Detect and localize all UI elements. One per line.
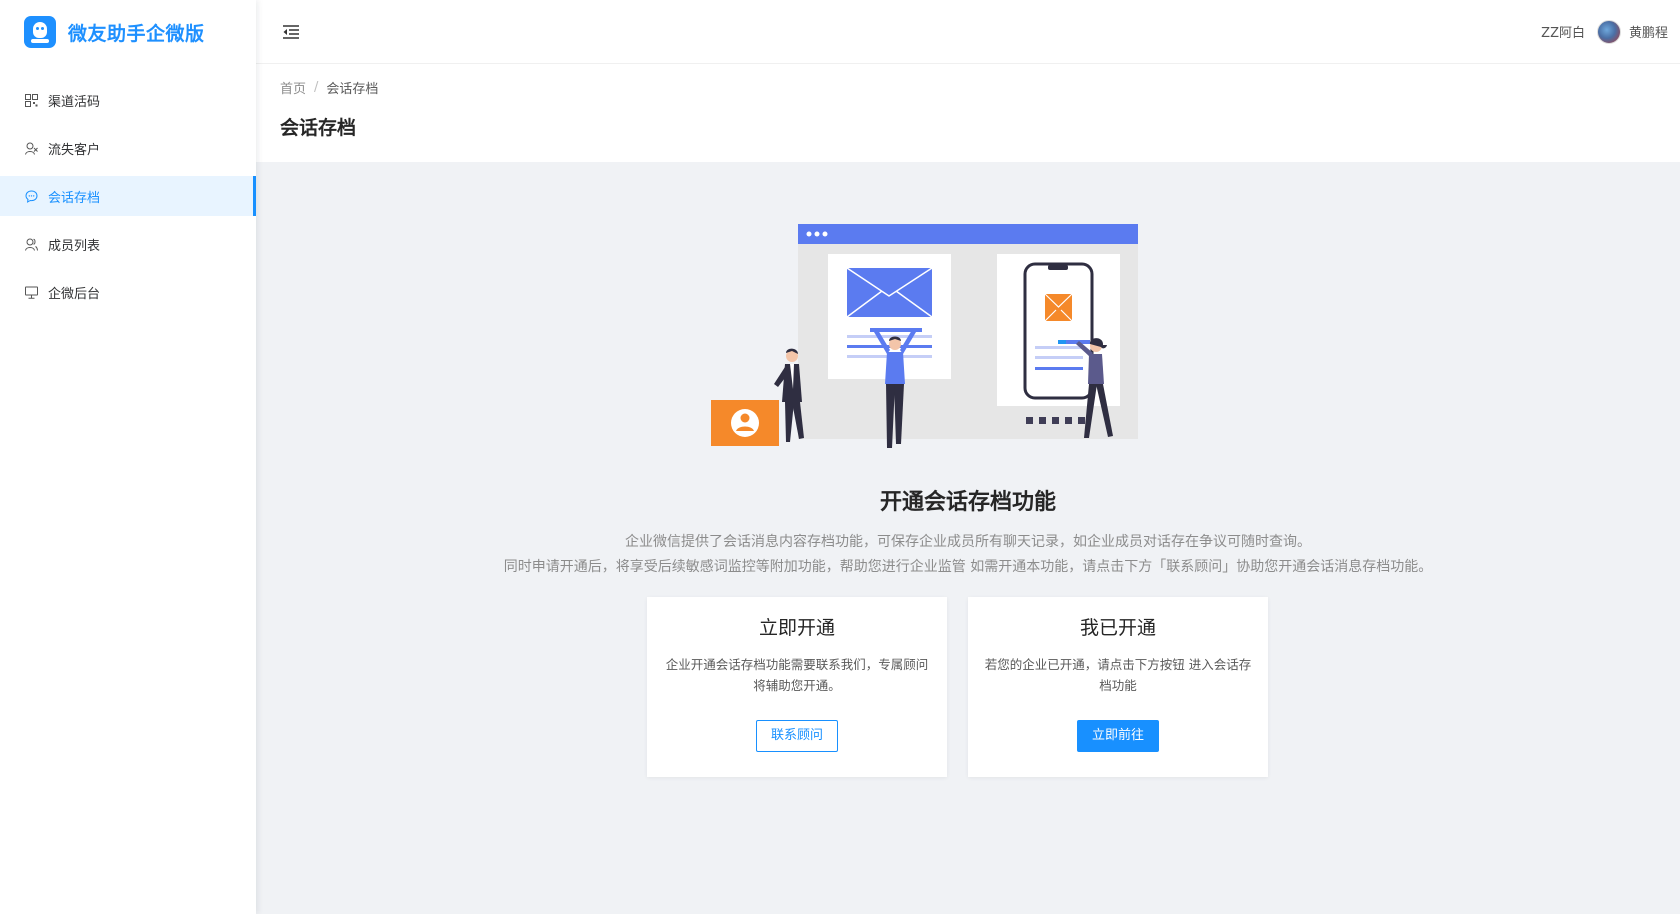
go-now-button[interactable]: 立即前往 <box>1076 720 1159 752</box>
sidebar-item-label: 企微后台 <box>48 286 101 302</box>
already-activated-card: 我已开通 若您的企业已开通，请点击下方按钮 进入会话存档功能 立即前往 <box>968 597 1268 777</box>
activate-now-card: 立即开通 企业开通会话存档功能需要联系我们，专属顾问将辅助您开通。 联系顾问 <box>647 597 947 777</box>
feature-description: 企业微信提供了会话消息内容存档功能，可保存企业成员所有聊天记录，如企业成员对话存… <box>256 530 1680 580</box>
brand-title: 微友助手企微版 <box>68 22 205 45</box>
corp-name[interactable]: ZZ阿白 <box>1541 22 1585 41</box>
breadcrumb-current: 会话存档 <box>326 82 379 97</box>
breadcrumb: 首页 / 会话存档 <box>280 78 1656 97</box>
contact-advisor-button[interactable]: 联系顾问 <box>755 720 838 752</box>
brand[interactable]: 微友助手企微版 <box>0 0 256 64</box>
feature-title: 开通会话存档功能 <box>879 490 1056 515</box>
sidebar-item-lost-customers[interactable]: 流失客户 <box>0 128 256 168</box>
description-line-2: 同时申请开通后，将享受后续敏感词监控等附加功能，帮助您进行企业监管 如需开通本功… <box>503 559 1433 575</box>
chat-archive-illustration <box>711 224 1138 448</box>
breadcrumb-home[interactable]: 首页 <box>280 78 306 97</box>
top-header: ZZ阿白 黄鹏程 <box>256 0 1680 64</box>
sidebar-menu: 渠道活码 流失客户 会话存档 成员列表 企微后台 <box>0 80 256 312</box>
user-lost-icon <box>24 141 38 155</box>
card-text: 若您的企业已开通，请点击下方按钮 进入会话存档功能 <box>984 657 1252 693</box>
description-line-1: 企业微信提供了会话消息内容存档功能，可保存企业成员所有聊天记录，如企业成员对话存… <box>625 534 1311 550</box>
sidebar-item-chat-archive[interactable]: 会话存档 <box>0 176 256 216</box>
avatar[interactable] <box>1596 19 1621 44</box>
card-text: 企业开通会话存档功能需要联系我们，专属顾问将辅助您开通。 <box>665 657 929 693</box>
user-area: ZZ阿白 黄鹏程 <box>1541 19 1668 44</box>
sidebar-item-label: 成员列表 <box>48 238 101 254</box>
sidebar-item-label: 流失客户 <box>48 142 101 158</box>
user-name[interactable]: 黄鹏程 <box>1629 22 1668 41</box>
monitor-icon <box>24 285 38 299</box>
page-title: 会话存档 <box>280 117 357 139</box>
sidebar-item-wecom-admin[interactable]: 企微后台 <box>0 272 256 312</box>
users-icon <box>24 237 38 251</box>
card-title: 立即开通 <box>758 617 835 639</box>
sidebar-item-label: 渠道活码 <box>48 94 101 110</box>
menu-fold-icon[interactable] <box>280 21 302 43</box>
page-header: 首页 / 会话存档 会话存档 <box>256 65 1680 162</box>
chat-icon <box>24 189 38 203</box>
sidebar: 微友助手企微版 渠道活码 流失客户 会话存档 成员列表 企微后台 <box>0 0 256 914</box>
breadcrumb-separator: / <box>314 80 319 95</box>
qrcode-icon <box>24 93 38 107</box>
card-title: 我已开通 <box>1079 617 1156 639</box>
sidebar-item-label: 会话存档 <box>48 190 101 206</box>
main-content: 开通会话存档功能 企业微信提供了会话消息内容存档功能，可保存企业成员所有聊天记录… <box>256 162 1680 914</box>
robot-logo-icon <box>24 16 56 48</box>
sidebar-item-members[interactable]: 成员列表 <box>0 224 256 264</box>
sidebar-item-channel-qrcode[interactable]: 渠道活码 <box>0 80 256 120</box>
